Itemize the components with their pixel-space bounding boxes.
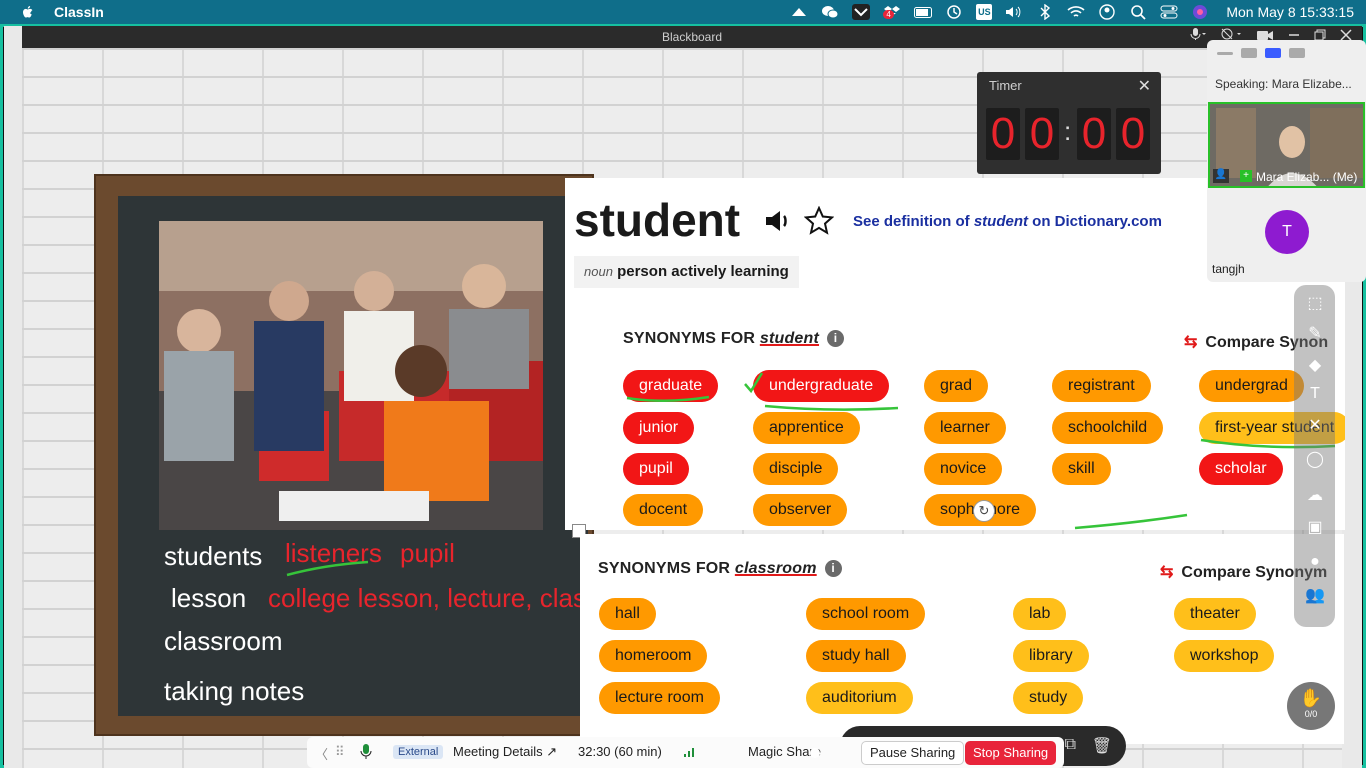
green-annotation-stroke [286, 560, 369, 577]
users-icon[interactable]: 👥 [1304, 585, 1326, 605]
thesaurus-classroom-panel: SYNONYMS FOR classroom i ⇆ Compare Synonym… [580, 534, 1344, 744]
synonym-pill[interactable]: hall [599, 598, 656, 630]
synonym-pill[interactable]: school room [806, 598, 926, 630]
synonym-pill[interactable]: study hall [806, 640, 906, 672]
chat-icon[interactable]: ● [1304, 553, 1326, 573]
user-account-icon[interactable] [1098, 4, 1116, 20]
avatar[interactable]: T [1265, 210, 1309, 254]
synonym-pill[interactable]: library [1013, 640, 1089, 672]
participant-name: tangjh [1212, 262, 1245, 276]
screenshot-icon[interactable] [790, 4, 808, 20]
timer-title: Timer [989, 78, 1022, 93]
external-badge: External [393, 745, 444, 759]
toolbox-icon[interactable]: ▣ [1304, 517, 1326, 537]
raise-hand-icon: ✋ [1299, 688, 1323, 708]
chalk-word-college-lesson[interactable]: college lesson, lecture, clas [268, 583, 580, 614]
meeting-elapsed-time: 32:30 (60 min) [578, 744, 662, 759]
raise-hand-button[interactable]: ✋ 0/0 [1287, 682, 1335, 730]
participant-icon: 👤 [1213, 169, 1229, 183]
shape-tool-icon[interactable]: ✕ [1304, 415, 1326, 435]
app-name[interactable]: ClassIn [54, 4, 104, 20]
timer-digit: 0 [1116, 108, 1150, 160]
layout-speaker-icon[interactable] [1265, 48, 1281, 58]
laser-pointer-icon[interactable]: ◯ [1304, 449, 1326, 469]
menubar-clock[interactable]: Mon May 8 15:33:15 [1226, 4, 1354, 20]
window-title: Blackboard [661, 30, 723, 44]
microphone-icon[interactable] [1188, 26, 1206, 48]
whiteboard-toolbar: ⬚ ✎ ◆ T ✕ ◯ ☁ ▣ ● 👥 [1294, 285, 1335, 627]
pause-sharing-button[interactable]: Pause Sharing [861, 741, 965, 765]
battery-icon[interactable] [914, 4, 933, 20]
layout-thumbnail-icon[interactable] [1241, 48, 1257, 58]
syn-heading-prefix-2: SYNONYMS FOR [598, 560, 735, 577]
input-source-indicator[interactable]: US [976, 4, 993, 20]
chalk-word-lesson[interactable]: lesson [171, 583, 246, 614]
synonym-pill[interactable]: theater [1174, 598, 1256, 630]
synonym-pill[interactable]: lecture room [599, 682, 720, 714]
synonym-pill[interactable]: homeroom [599, 640, 708, 672]
share-status-icon: + [1240, 170, 1252, 182]
volume-icon[interactable] [1005, 4, 1023, 20]
time-machine-icon[interactable] [945, 4, 963, 20]
trash-icon[interactable]: 🗑 [1092, 736, 1112, 756]
lecture-hall-photo[interactable] [159, 221, 543, 530]
chalk-word-taking-notes[interactable]: taking notes [164, 676, 304, 707]
chalk-word-students[interactable]: students [164, 541, 262, 572]
timer-separator: : [1064, 116, 1072, 146]
video-panel: Speaking: Mara Elizabe... 👤 + Mara Eliza… [1207, 40, 1366, 282]
timer-widget[interactable]: Timer ✕ 0 0 : 0 0 [977, 72, 1161, 174]
siri-icon[interactable] [1191, 4, 1209, 20]
layout-minimize-icon[interactable] [1217, 52, 1233, 55]
pen-tool-icon[interactable]: ✎ [1304, 323, 1326, 343]
info-icon[interactable]: i [824, 560, 842, 578]
cloud-drive-icon[interactable]: ☁ [1304, 485, 1326, 505]
text-tool-icon[interactable]: T [1304, 385, 1326, 405]
stop-sharing-button[interactable]: Stop Sharing [965, 741, 1057, 765]
wechat-icon[interactable] [821, 4, 839, 20]
collapse-chevron-icon[interactable]: 〈 [315, 744, 328, 763]
zoom-share-toolbar: 〈 ⠿ External Meeting Details ↗ 32:30 (60… [307, 737, 1064, 768]
timer-digit: 0 [1077, 108, 1111, 160]
synonym-pill[interactable]: study [1013, 682, 1084, 714]
drag-handle-icon[interactable]: ⠿ [335, 744, 345, 760]
meeting-details-label: Meeting Details [453, 744, 543, 759]
timer-close-icon[interactable]: ✕ [1138, 76, 1151, 96]
rotate-handle-icon[interactable]: ↻ [973, 500, 995, 522]
mac-menubar: ClassIn 4 US Mon May 8 15:33:15 [0, 0, 1366, 24]
window-titlebar: Blackboard [22, 26, 1362, 48]
timer-digit: 0 [986, 108, 1020, 160]
share-arrow-icon: ↗ [546, 744, 558, 759]
microphone-icon[interactable] [359, 743, 373, 761]
swap-arrows-icon: ⇆ [1160, 564, 1174, 581]
copy-icon[interactable]: ⧉ [1065, 736, 1076, 754]
camera-name: Mara Elizab... (Me) [1256, 170, 1358, 184]
control-center-icon[interactable] [1160, 4, 1178, 20]
classin-tray-icon[interactable] [852, 4, 871, 20]
wifi-icon[interactable] [1067, 4, 1085, 20]
raise-hand-count: 0/0 [1304, 709, 1318, 719]
signal-strength-icon [684, 748, 694, 757]
spotlight-search-icon[interactable] [1129, 4, 1147, 20]
synonym-pill[interactable]: lab [1013, 598, 1067, 630]
bluetooth-icon[interactable] [1036, 4, 1054, 20]
self-camera-tile[interactable]: 👤 + Mara Elizab... (Me) [1208, 102, 1365, 188]
chalk-word-classroom[interactable]: classroom [164, 626, 282, 657]
dropbox-icon[interactable]: 4 [883, 4, 901, 20]
layout-gallery-icon[interactable] [1289, 48, 1305, 58]
synonyms-heading-classroom: SYNONYMS FOR classroom i [598, 560, 842, 578]
eraser-tool-icon[interactable]: ◆ [1304, 355, 1326, 375]
notification-badge: 4 [883, 10, 894, 19]
synonym-pill[interactable]: workshop [1174, 640, 1275, 672]
apple-icon[interactable] [20, 4, 36, 20]
chalk-word-pupil[interactable]: pupil [400, 538, 455, 569]
layout-tabs [1217, 48, 1305, 58]
synonym-pill[interactable]: auditorium [806, 682, 913, 714]
timer-digit: 0 [1025, 108, 1059, 160]
meeting-details-button[interactable]: Meeting Details ↗ [453, 744, 557, 760]
speaking-indicator: Speaking: Mara Elizabe... [1215, 77, 1352, 91]
select-tool-icon[interactable]: ⬚ [1304, 293, 1326, 313]
status-tray: 4 US Mon May 8 15:33:15 [790, 0, 1366, 24]
syn-keyword-2: classroom [734, 560, 817, 577]
